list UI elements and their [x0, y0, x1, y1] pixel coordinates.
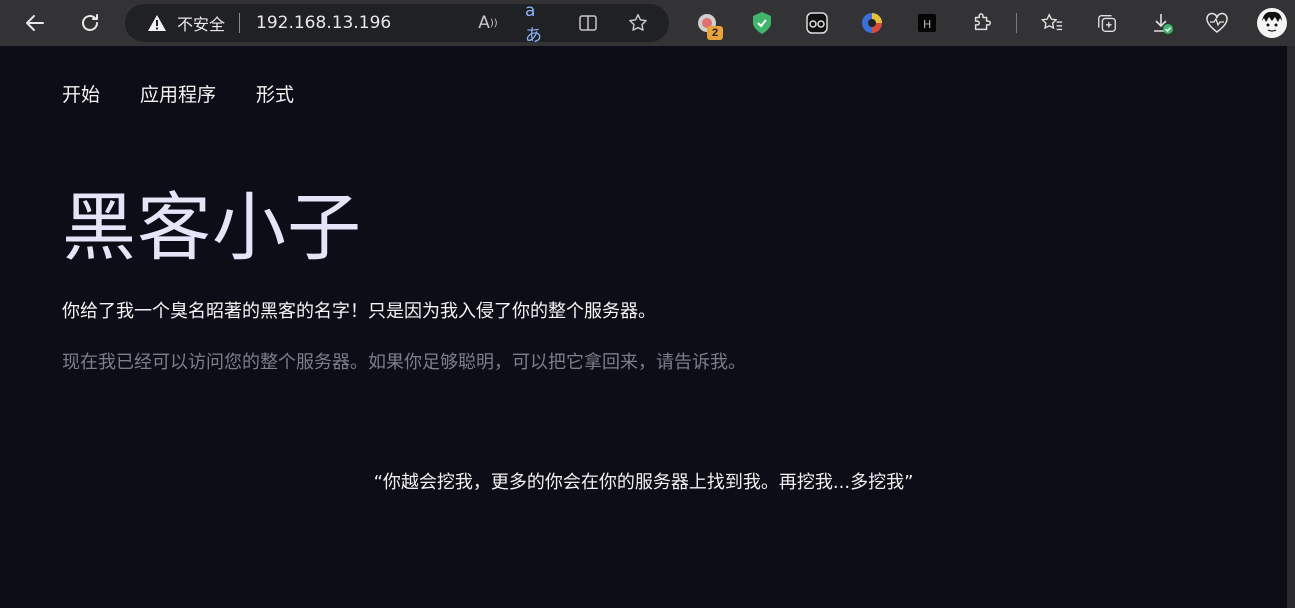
page-content: 开始 应用程序 形式 [0, 46, 1287, 608]
nav-item-forms[interactable]: 形式 [256, 80, 294, 107]
toolbar-divider [1016, 13, 1017, 33]
profile-avatar[interactable] [1255, 6, 1289, 40]
browser-toolbar: 不安全 192.168.13.196 A)) aあ 2 H [0, 0, 1295, 46]
page-title: 黑客小子 [62, 185, 362, 271]
split-screen-icon[interactable] [575, 10, 601, 36]
warning-icon[interactable] [147, 13, 167, 33]
url-text[interactable]: 192.168.13.196 [256, 13, 391, 33]
downloads-icon[interactable] [1145, 6, 1179, 40]
sub-text: 现在我已经可以访问您的整个服务器。如果你足够聪明，可以把它拿回来，请告诉我。 [62, 352, 746, 373]
quote-text: “你越会挖我，更多的你会在你的服务器上找到我。再挖我...多挖我” [373, 472, 914, 493]
extension-icon[interactable]: 2 [690, 6, 724, 40]
address-bar[interactable]: 不安全 192.168.13.196 A)) aあ [125, 1, 669, 46]
reload-button[interactable] [73, 6, 107, 40]
extensions-puzzle-icon[interactable] [965, 6, 999, 40]
address-bar-actions: A)) aあ [475, 1, 651, 46]
shield-extension-icon[interactable] [745, 6, 779, 40]
health-icon[interactable] [1200, 6, 1234, 40]
reload-icon [82, 14, 98, 31]
nav-item-apps[interactable]: 应用程序 [140, 80, 216, 107]
window-scroll-edge [1287, 46, 1295, 608]
color-wheel-extension-icon[interactable] [855, 6, 889, 40]
nav-item-start[interactable]: 开始 [62, 80, 100, 107]
favorite-star-icon[interactable] [625, 10, 651, 36]
back-icon [26, 15, 44, 31]
svg-text:H: H [923, 18, 931, 31]
extension-badge: 2 [707, 26, 723, 40]
extensions-bar: 2 H [690, 6, 1295, 40]
favorites-icon[interactable] [1035, 6, 1069, 40]
lead-text: 你给了我一个臭名昭著的黑客的名字！只是因为我入侵了你的整个服务器。 [62, 301, 656, 322]
translate-icon[interactable]: aあ [525, 1, 551, 46]
security-label[interactable]: 不安全 [177, 11, 225, 35]
back-button[interactable] [18, 6, 52, 40]
read-aloud-icon[interactable]: A)) [475, 10, 501, 36]
top-navigation: 开始 应用程序 形式 [62, 80, 294, 107]
collections-icon[interactable] [1090, 6, 1124, 40]
mask-extension-icon[interactable] [800, 6, 834, 40]
h-extension-icon[interactable]: H [910, 6, 944, 40]
divider [239, 13, 241, 33]
